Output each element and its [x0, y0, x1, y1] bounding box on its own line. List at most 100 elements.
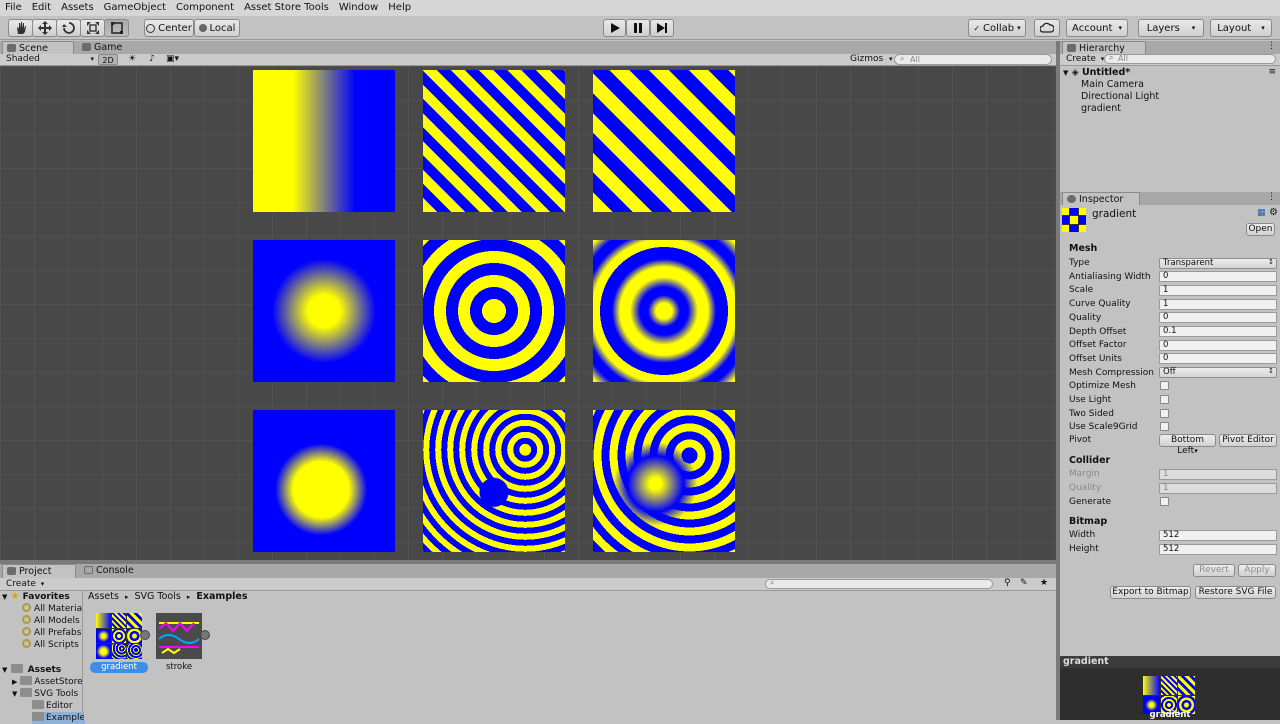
open-button[interactable]: Open	[1246, 223, 1275, 236]
hierarchy-create-dropdown[interactable]: Create ▾	[1066, 54, 1104, 65]
revert-button[interactable]: Revert	[1193, 564, 1235, 577]
layout-dropdown[interactable]: Layout ▾	[1210, 19, 1272, 37]
project-search-input[interactable]: ⌕	[765, 578, 993, 589]
cloud-button[interactable]	[1034, 19, 1060, 37]
collider-quality-field[interactable]: 1	[1159, 483, 1277, 494]
mesh-input-field[interactable]: 0.1	[1159, 326, 1277, 337]
expand-asset-icon[interactable]	[200, 630, 210, 640]
tab-scene[interactable]: Scene	[2, 41, 74, 54]
tab-console[interactable]: Console	[80, 564, 150, 578]
pause-button[interactable]	[626, 19, 650, 37]
scene-tab-bar: Scene Game	[0, 41, 1056, 54]
help-book-icon[interactable]: ▦	[1257, 208, 1266, 218]
menu-gameobject[interactable]: GameObject	[99, 0, 171, 16]
pivot-center-toggle[interactable]: Center	[144, 19, 194, 37]
mesh-dropdown[interactable]: Off	[1159, 367, 1277, 379]
folder-item-selected[interactable]: Example	[32, 712, 86, 724]
mesh-input-field[interactable]: 0	[1159, 271, 1277, 283]
scene-menu-icon[interactable]: ≡	[1268, 67, 1276, 77]
gear-icon[interactable]: ⚙	[1269, 207, 1278, 218]
hierarchy-search-input[interactable]: ⌕ All	[1104, 53, 1276, 64]
apply-button[interactable]: Apply	[1238, 564, 1276, 577]
hand-tool-button[interactable]	[8, 19, 33, 37]
favorite-item[interactable]: All Models	[22, 615, 80, 627]
breadcrumb-item[interactable]: Assets	[88, 591, 119, 602]
gizmos-dropdown[interactable]: Gizmos ▾	[850, 54, 893, 65]
tab-inspector[interactable]: Inspector	[1062, 192, 1140, 205]
mesh-input-field[interactable]: 0	[1159, 353, 1277, 365]
search-filter-icon	[22, 639, 31, 648]
project-create-dropdown[interactable]: Create ▾	[6, 578, 44, 590]
filter-label-icon[interactable]: ✎	[1020, 578, 1028, 588]
hierarchy-item[interactable]: Main Camera	[1081, 79, 1144, 91]
mesh-input-field[interactable]: 0	[1159, 312, 1277, 324]
space-local-toggle[interactable]: Local	[194, 19, 240, 37]
tab-hierarchy[interactable]: Hierarchy	[1062, 41, 1146, 54]
mesh-checkbox[interactable]	[1160, 408, 1169, 418]
mesh-checkbox[interactable]	[1160, 395, 1169, 404]
menu-edit[interactable]: Edit	[27, 0, 56, 16]
favorite-star-icon[interactable]: ★	[1040, 578, 1048, 588]
favorite-item[interactable]: All Materia	[22, 603, 82, 615]
menu-asset-store-tools[interactable]: Asset Store Tools	[239, 0, 334, 16]
breadcrumb-item[interactable]: SVG Tools	[135, 591, 181, 602]
scene-viewport[interactable]	[0, 66, 1056, 560]
pivot-editor-button[interactable]: Pivot Editor	[1219, 434, 1277, 447]
step-button[interactable]	[650, 19, 674, 37]
bitmap-width-field[interactable]: 512	[1159, 530, 1277, 541]
hierarchy-item[interactable]: gradient	[1081, 103, 1121, 115]
effects-toggle-icon[interactable]: ▣▾	[166, 55, 184, 64]
menu-help[interactable]: Help	[383, 0, 416, 16]
mesh-input-field[interactable]: 1	[1159, 284, 1277, 296]
hierarchy-item[interactable]: Directional Light	[1081, 91, 1159, 103]
menu-window[interactable]: Window	[334, 0, 383, 16]
shading-mode-dropdown[interactable]: Shaded ▾	[6, 54, 94, 65]
export-to-bitmap-button[interactable]: Export to Bitmap	[1110, 586, 1191, 599]
tab-game[interactable]: Game	[78, 41, 138, 54]
asset-gradient[interactable]: gradient	[90, 613, 150, 673]
asset-stroke[interactable]: stroke	[154, 613, 210, 673]
chevron-down-icon: ▾	[40, 580, 45, 588]
bitmap-height-field[interactable]: 512	[1159, 544, 1277, 555]
rotate-tool-button[interactable]	[56, 19, 81, 37]
favorites-header[interactable]: ▼ ★ Favorites	[2, 591, 70, 603]
rect-tool-button[interactable]	[104, 19, 129, 37]
favorite-item[interactable]: All Prefabs	[22, 627, 81, 639]
mesh-checkbox[interactable]	[1160, 381, 1169, 391]
collab-dropdown[interactable]: ✓ Collab ▾	[968, 19, 1026, 37]
generate-checkbox[interactable]	[1160, 497, 1169, 506]
collider-quality-label: Quality	[1069, 483, 1102, 493]
audio-toggle-icon[interactable]: ♪	[146, 55, 158, 64]
layers-dropdown[interactable]: Layers ▾	[1138, 19, 1204, 37]
mode-2d-toggle[interactable]: 2D	[98, 54, 118, 65]
menu-component[interactable]: Component	[171, 0, 239, 16]
account-dropdown[interactable]: Account ▾	[1066, 19, 1128, 37]
mesh-dropdown[interactable]: Transparent	[1159, 257, 1277, 269]
menu-file[interactable]: File	[0, 0, 27, 16]
move-tool-button[interactable]	[32, 19, 57, 37]
collider-margin-field[interactable]: 1	[1159, 469, 1277, 480]
pivot-dropdown[interactable]: Bottom Left▾	[1159, 434, 1216, 456]
folder-item[interactable]: Editor	[32, 700, 73, 712]
panel-menu-icon[interactable]: ⋮	[1267, 192, 1276, 202]
filter-type-icon[interactable]: ⚲	[1004, 578, 1011, 588]
scene-search-input[interactable]: ⌕ All	[894, 54, 1052, 65]
preview-header[interactable]: gradient	[1060, 656, 1280, 668]
lighting-toggle-icon[interactable]: ☀	[126, 55, 138, 64]
scale-tool-button[interactable]	[80, 19, 105, 37]
tab-project[interactable]: Project	[2, 564, 76, 578]
favorite-item[interactable]: All Scripts	[22, 639, 79, 651]
panel-menu-icon[interactable]: ⋮	[1267, 41, 1276, 51]
restore-svg-button[interactable]: Restore SVG File	[1195, 586, 1276, 599]
menu-assets[interactable]: Assets	[56, 0, 99, 16]
folder-item[interactable]: ▼ SVG Tools	[12, 688, 78, 700]
expand-asset-icon[interactable]	[140, 630, 150, 640]
mesh-input-field[interactable]: 0	[1159, 339, 1277, 351]
mesh-checkbox[interactable]	[1160, 422, 1169, 432]
play-button[interactable]	[603, 19, 626, 37]
mesh-input-field[interactable]: 1	[1159, 298, 1277, 310]
folder-item[interactable]: ▶ AssetStore	[12, 676, 83, 688]
breadcrumb-item[interactable]: Examples	[196, 591, 247, 602]
assets-root[interactable]: ▼ Assets	[2, 664, 61, 676]
scene-root[interactable]: ▼ ◈ Untitled*	[1063, 67, 1130, 79]
